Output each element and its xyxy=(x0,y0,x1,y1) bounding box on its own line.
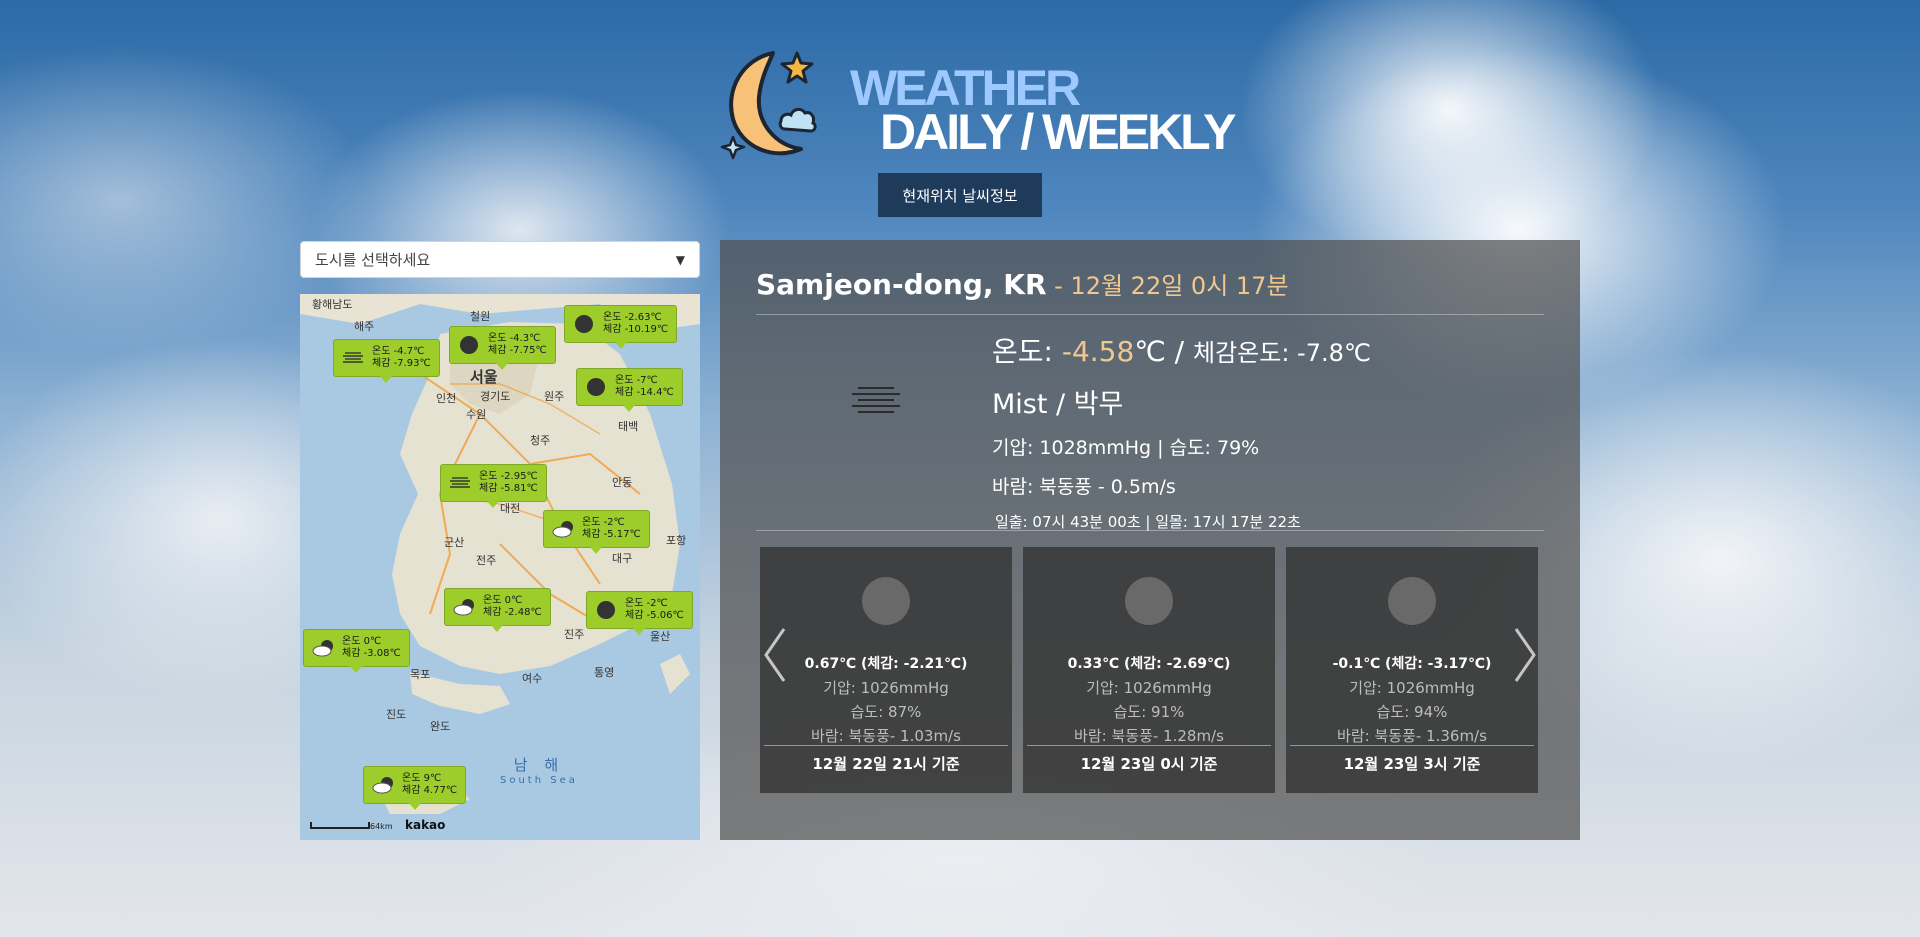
sea-label: 남 해 South Sea xyxy=(500,756,578,786)
map-label: 포항 xyxy=(666,534,687,547)
map-scale-text: 64km xyxy=(370,822,393,831)
divider xyxy=(764,745,1008,746)
map-label: 완도 xyxy=(430,720,451,733)
sunrise-sunset: 일출: 07시 43분 00초 | 일몰: 17시 17분 22초 xyxy=(995,513,1301,531)
mist-icon xyxy=(852,387,900,413)
weather-marker[interactable]: 온도 -2℃ 체감 -5.17℃ xyxy=(543,510,650,554)
forecast-time: 12월 22일 21시 기준 xyxy=(812,755,960,773)
title-daily-weekly: DAILY / WEEKLY xyxy=(880,104,1236,160)
korea-map[interactable]: 황해남도 해주 철원 개성 서울 인천 경기도 수원 원주 태백 청주 안동 포… xyxy=(300,294,700,840)
weather-marker[interactable]: 온도 -2.63℃ 체감 -10.19℃ xyxy=(564,305,678,349)
divider xyxy=(1290,745,1534,746)
map-label: 철원 xyxy=(470,310,491,323)
night-icon xyxy=(1125,577,1173,625)
weather-marker[interactable]: 온도 9℃ 체감 4.77℃ xyxy=(363,766,467,810)
map-label: 대전 xyxy=(500,502,521,515)
forecast-wind: 바람: 북동풍- 1.03m/s xyxy=(811,727,961,745)
divider xyxy=(756,314,1544,315)
forecast-wind: 바람: 북동풍- 1.28m/s xyxy=(1074,727,1224,745)
forecast-pressure: 기압: 1026mmHg xyxy=(1086,679,1212,697)
forecast-temp: 0.67℃ (체감: -2.21℃) xyxy=(804,656,968,672)
map-label: 경기도 xyxy=(480,390,511,403)
map-attribution: kakao xyxy=(405,818,446,832)
forecast-carousel: 0.67℃ (체감: -2.21℃) 기압: 1026mmHg 습도: 87% … xyxy=(760,547,1540,793)
weather-marker[interactable]: 온도 -4.7℃ 체감 -7.93℃ xyxy=(333,339,440,383)
map-label: 대구 xyxy=(612,552,633,565)
forecast-pressure: 기압: 1026mmHg xyxy=(1349,679,1475,697)
cloud-night-icon xyxy=(453,598,475,616)
weather-marker[interactable]: 온도 -4.3℃ 체감 -7.75℃ xyxy=(449,326,556,370)
night-icon xyxy=(573,315,595,333)
weather-marker[interactable]: 온도 -2℃ 체감 -5.06℃ xyxy=(586,591,693,635)
city-name: Samjeon-dong, KR xyxy=(756,268,1047,301)
forecast-time: 12월 23일 3시 기준 xyxy=(1343,755,1481,773)
divider xyxy=(756,530,1544,531)
city-select[interactable]: 도시를 선택하세요 ▼ xyxy=(300,241,700,278)
forecast-humidity: 습도: 87% xyxy=(850,703,922,721)
mist-icon xyxy=(449,474,471,492)
map-label: 진도 xyxy=(386,708,407,721)
map-label: 통영 xyxy=(594,666,615,679)
pressure-humidity: 기압: 1028mmHg | 습도: 79% xyxy=(992,437,1260,459)
city-select-value: 도시를 선택하세요 xyxy=(315,251,431,269)
map-label: 목포 xyxy=(410,668,431,681)
map-label: 수원 xyxy=(466,408,487,421)
night-icon xyxy=(585,378,607,396)
site-header: WEATHER DAILY / WEEKLY xyxy=(715,45,1236,175)
weather-marker[interactable]: 온도 -7℃ 체감 -14.4℃ xyxy=(576,368,683,412)
weather-marker[interactable]: 온도 -2.95℃ 체감 -5.81℃ xyxy=(440,464,547,508)
night-icon xyxy=(595,601,617,619)
current-location-weather-button[interactable]: 현재위치 날씨정보 xyxy=(878,173,1042,217)
forecast-card: -0.1℃ (체감: -3.17℃) 기압: 1026mmHg 습도: 94% … xyxy=(1286,547,1538,793)
cloud-night-icon xyxy=(552,520,574,538)
map-label: 청주 xyxy=(530,434,551,447)
map-label: 해주 xyxy=(354,320,375,333)
cloud-night-icon xyxy=(372,776,394,794)
forecast-pressure: 기압: 1026mmHg xyxy=(823,679,949,697)
moon-star-cloud-icon xyxy=(720,51,817,160)
forecast-temp: -0.1℃ (체감: -3.17℃) xyxy=(1332,656,1492,672)
night-icon xyxy=(1388,577,1436,625)
map-label: 진주 xyxy=(564,628,585,641)
wind-info: 바람: 북동풍 - 0.5m/s xyxy=(992,476,1176,498)
map-label: 군산 xyxy=(444,536,465,549)
map-label: 전주 xyxy=(476,554,497,567)
current-description: Mist / 박무 xyxy=(992,389,1124,420)
map-label: 울산 xyxy=(650,630,671,643)
forecast-temp: 0.33℃ (체감: -2.69℃) xyxy=(1067,656,1231,672)
current-weather-info: 온도: -4.58℃ / 체감온도: -7.8℃ Mist / 박무 기압: 1… xyxy=(992,330,1371,532)
forecast-humidity: 습도: 94% xyxy=(1376,703,1448,721)
current-location-title: Samjeon-dong, KR - 12월 22일 0시 17분 xyxy=(756,266,1289,301)
map-label: 황해남도 xyxy=(312,298,353,311)
cloud-night-icon xyxy=(312,639,334,657)
map-label: 태백 xyxy=(618,420,639,433)
weather-panel: Samjeon-dong, KR - 12월 22일 0시 17분 온도: -4… xyxy=(720,240,1580,840)
weather-marker[interactable]: 온도 0℃ 체감 -3.08℃ xyxy=(303,629,410,673)
weather-marker[interactable]: 온도 0℃ 체감 -2.48℃ xyxy=(444,588,551,632)
forecast-time: 12월 23일 0시 기준 xyxy=(1080,755,1218,773)
current-temperature: 온도: -4.58℃ / 체감온도: -7.8℃ xyxy=(992,335,1371,368)
carousel-prev-arrow-icon[interactable] xyxy=(760,625,790,685)
map-label: 서울 xyxy=(470,368,498,386)
carousel-next-arrow-icon[interactable] xyxy=(1510,625,1540,685)
divider xyxy=(1027,745,1271,746)
forecast-wind: 바람: 북동풍- 1.36m/s xyxy=(1337,727,1487,745)
night-icon xyxy=(458,336,480,354)
map-label: 여수 xyxy=(522,672,543,685)
map-label: 원주 xyxy=(544,390,565,403)
map-label: 인천 xyxy=(436,392,457,405)
forecast-card: 0.33℃ (체감: -2.69℃) 기압: 1026mmHg 습도: 91% … xyxy=(1023,547,1275,793)
forecast-humidity: 습도: 91% xyxy=(1113,703,1185,721)
mist-icon xyxy=(342,349,364,367)
map-scale-bar xyxy=(310,822,370,829)
map-label: 안동 xyxy=(612,476,633,489)
current-datetime: - 12월 22일 0시 17분 xyxy=(1046,272,1289,300)
night-icon xyxy=(862,577,910,625)
chevron-down-icon: ▼ xyxy=(675,252,685,267)
forecast-card: 0.67℃ (체감: -2.21℃) 기압: 1026mmHg 습도: 87% … xyxy=(760,547,1012,793)
